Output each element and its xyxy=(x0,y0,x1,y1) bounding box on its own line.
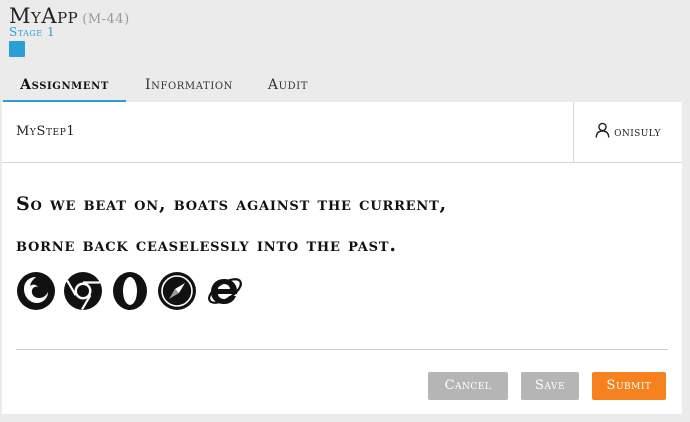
user-icon xyxy=(595,122,614,142)
stage-label: Stage 1 xyxy=(9,25,56,39)
app-header: MyApp (M-44) Stage 1 xyxy=(0,0,690,70)
tab-assignment[interactable]: Assignment xyxy=(3,70,126,102)
quote-line-1: So we beat on, boats against the current… xyxy=(16,193,447,215)
assignee-name: onisuly xyxy=(614,124,661,140)
tab-information[interactable]: Information xyxy=(132,70,246,100)
app-code: (M-44) xyxy=(82,12,130,27)
browser-icons xyxy=(16,269,251,313)
internet-explorer-icon xyxy=(204,271,244,311)
assignment-panel: MyStep1 onisuly So we beat on, boats aga… xyxy=(2,102,682,414)
opera-icon xyxy=(110,271,150,311)
tab-audit[interactable]: Audit xyxy=(256,70,320,100)
step-name: MyStep1 xyxy=(16,124,76,139)
tab-bar: Assignment Information Audit xyxy=(0,70,690,102)
content-divider xyxy=(16,349,668,350)
safari-icon xyxy=(157,271,197,311)
quote-text: So we beat on, boats against the current… xyxy=(16,184,656,266)
firefox-icon xyxy=(16,271,56,311)
chrome-icon xyxy=(63,271,103,311)
submit-button[interactable]: Submit xyxy=(592,372,666,400)
save-button[interactable]: Save xyxy=(521,372,579,400)
quote-line-2: borne back ceaselessly into the past. xyxy=(16,234,397,256)
step-bar: MyStep1 onisuly xyxy=(2,102,682,163)
assignee[interactable]: onisuly xyxy=(574,102,682,162)
stage-color-indicator xyxy=(9,41,25,57)
cancel-button[interactable]: Cancel xyxy=(428,372,508,400)
